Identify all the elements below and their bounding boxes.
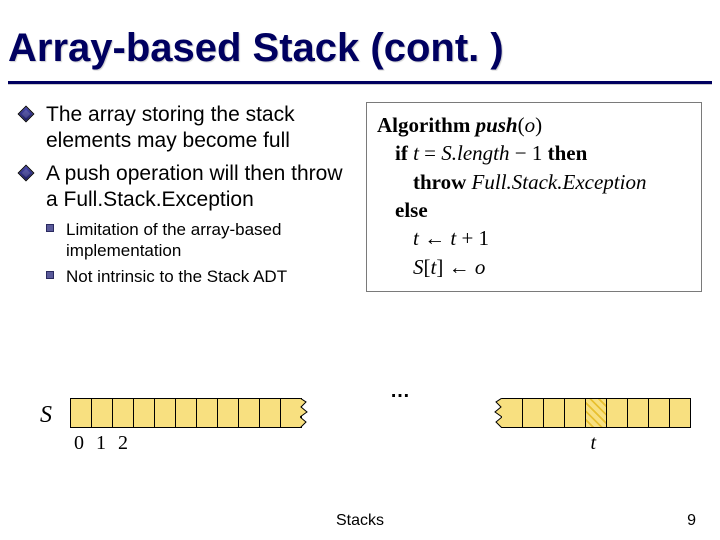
algo-line: t ← t + 1 xyxy=(377,224,691,252)
algo-text: = xyxy=(419,141,441,165)
right-column: Algorithm push(o) if t = S.length − 1 th… xyxy=(366,102,702,292)
sub-bullet-list: Limitation of the array-based implementa… xyxy=(44,219,354,287)
array-cell xyxy=(669,398,691,428)
index-label-t: t xyxy=(590,432,596,455)
index-label: 2 xyxy=(118,432,128,455)
array-cell xyxy=(627,398,649,428)
array-cell xyxy=(175,398,197,428)
array-label: S xyxy=(40,402,52,429)
algo-text: − 1 xyxy=(510,141,548,165)
jagged-edge-icon xyxy=(492,398,502,428)
array-cell xyxy=(564,398,586,428)
array-cell xyxy=(91,398,113,428)
algo-var: S.length xyxy=(441,141,509,165)
algo-keyword: then xyxy=(548,141,588,165)
algo-line: throw Full.Stack.Exception xyxy=(377,168,691,196)
index-label: 1 xyxy=(96,432,106,455)
array-cell xyxy=(196,398,218,428)
array-cell xyxy=(648,398,670,428)
array-cell xyxy=(522,398,544,428)
bullet-text: The array storing the stack elements may… xyxy=(46,103,295,152)
array-cell xyxy=(112,398,134,428)
array-cell xyxy=(280,398,302,428)
array-row: … xyxy=(70,398,690,430)
algo-var: o xyxy=(475,255,486,279)
content-area: The array storing the stack elements may… xyxy=(0,102,720,292)
algo-var: S xyxy=(413,255,424,279)
index-label: 0 xyxy=(74,432,84,455)
sub-bullet-text: Limitation of the array-based implementa… xyxy=(66,220,281,260)
algo-fn-name: push xyxy=(476,113,518,137)
slide-title: Array-based Stack (cont. ) xyxy=(0,0,720,81)
array-cell-current xyxy=(585,398,607,428)
array-cell xyxy=(259,398,281,428)
bullet-item: The array storing the stack elements may… xyxy=(18,102,354,155)
page-number: 9 xyxy=(687,512,696,530)
algo-text: ← xyxy=(443,255,475,279)
algo-fn-arg: o xyxy=(525,113,536,137)
sub-bullet-item: Not intrinsic to the Stack ADT xyxy=(44,266,354,287)
algo-exception: Full.Stack.Exception xyxy=(472,170,647,194)
array-cell xyxy=(154,398,176,428)
ellipsis-icon: … xyxy=(390,380,412,403)
index-row: 0 1 2 t xyxy=(70,432,690,456)
array-cell xyxy=(501,398,523,428)
algo-keyword: if xyxy=(395,141,408,165)
algo-line: Algorithm push(o) xyxy=(377,111,691,139)
footer-label: Stacks xyxy=(0,512,720,530)
sub-bullet-item: Limitation of the array-based implementa… xyxy=(44,219,354,262)
algo-text: ← xyxy=(419,226,451,250)
jagged-edge-icon xyxy=(300,398,310,428)
diamond-bullet-icon xyxy=(18,164,35,181)
array-cell xyxy=(70,398,92,428)
square-bullet-icon xyxy=(46,271,54,279)
square-bullet-icon xyxy=(46,224,54,232)
algo-line: S[t] ← o xyxy=(377,253,691,281)
array-cell xyxy=(133,398,155,428)
diamond-bullet-icon xyxy=(18,106,35,123)
array-gap: … xyxy=(301,398,501,430)
algo-keyword: throw xyxy=(413,170,466,194)
title-underline xyxy=(8,81,712,84)
algo-text: + 1 xyxy=(456,226,489,250)
left-column: The array storing the stack elements may… xyxy=(18,102,354,292)
algo-line: else xyxy=(377,196,691,224)
bullet-item: A push operation will then throw a Full.… xyxy=(18,161,354,214)
algo-keyword: else xyxy=(395,198,428,222)
array-cell xyxy=(543,398,565,428)
bullet-text: A push operation will then throw a Full.… xyxy=(46,162,343,211)
array-cell xyxy=(217,398,239,428)
array-cell xyxy=(606,398,628,428)
algorithm-box: Algorithm push(o) if t = S.length − 1 th… xyxy=(366,102,702,292)
algo-keyword: Algorithm xyxy=(377,113,470,137)
algo-line: if t = S.length − 1 then xyxy=(377,139,691,167)
bullet-list: The array storing the stack elements may… xyxy=(18,102,354,213)
array-cell xyxy=(238,398,260,428)
sub-bullet-text: Not intrinsic to the Stack ADT xyxy=(66,267,287,286)
